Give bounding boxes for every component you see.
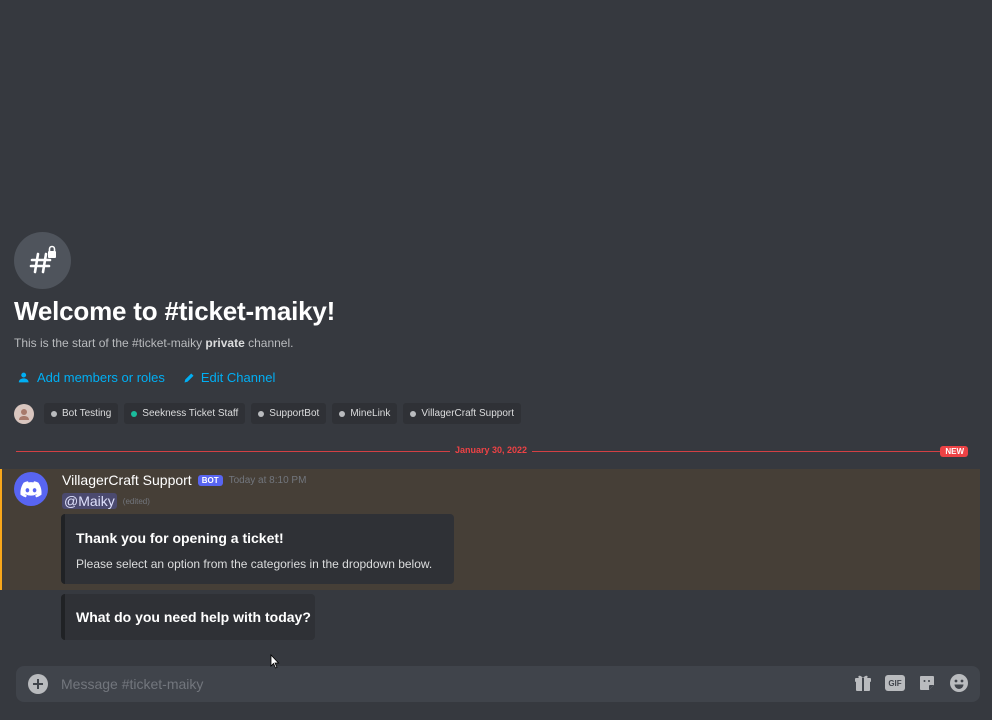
add-members-button[interactable]: Add members or roles [18,370,165,385]
gif-icon: GIF [885,675,905,691]
plus-icon [33,679,43,689]
role-label: MineLink [350,408,391,419]
embed-help-question: What do you need help with today? [61,594,315,640]
embed-ticket-welcome: Thank you for opening a ticket! Please s… [61,514,454,584]
sticker-icon [920,676,934,690]
mouse-pointer-icon [270,653,280,674]
message-input[interactable] [61,666,821,702]
role-color-dot [410,410,417,417]
gif-button[interactable]: GIF [884,672,906,694]
add-members-label: Add members or roles [37,370,165,385]
welcome-subtitle: This is the start of the #ticket-maiky p… [14,336,293,350]
role-color-dot [339,410,346,417]
role-pill-seekness-ticket-staff[interactable]: Seekness Ticket Staff [124,403,246,424]
edit-channel-label: Edit Channel [200,370,276,385]
welcome-actions: Add members or roles Edit Channel [18,370,275,385]
gift-button[interactable] [852,672,874,694]
embed-title: What do you need help with today? [76,609,311,625]
gift-icon [855,675,871,691]
welcome-subtitle-private: private [205,336,245,350]
message-content: @Maiky (edited) [62,493,150,509]
role-color-dot [51,410,57,417]
pencil-icon [184,373,194,382]
role-label: SupportBot [269,408,320,419]
new-badge: NEW [940,446,968,457]
role-pill-supportbot[interactable]: SupportBot [251,403,327,424]
message-composer: GIF [16,666,980,702]
discord-logo-icon [20,480,42,497]
emoji-button[interactable] [948,672,970,694]
role-pill-villagercraft-support[interactable]: VillagerCraft Support [403,403,522,424]
bot-avatar[interactable] [14,472,48,506]
add-attachment-button[interactable] [28,674,48,694]
edit-channel-button[interactable]: Edit Channel [183,370,275,385]
divider-date: January 30, 2022 [450,445,533,455]
user-mention[interactable]: @Maiky [62,493,117,509]
role-label: Seekness Ticket Staff [142,408,239,419]
role-color-dot [131,410,138,417]
welcome-title: Welcome to #ticket-maiky! [14,296,336,326]
role-pill-bot-testing[interactable]: Bot Testing [44,403,119,424]
composer-tools: GIF [852,672,970,694]
role-label: VillagerCraft Support [421,408,515,419]
emoji-icon [950,674,968,692]
member-avatar[interactable] [14,403,34,424]
embed-description: Please select an option from the categor… [76,557,433,571]
role-label: Bot Testing [62,408,112,419]
sticker-button[interactable] [916,672,938,694]
welcome-subtitle-end: channel. [244,336,294,350]
bot-tag: BOT [197,474,223,486]
channel-roles-row: Bot Testing Seekness Ticket Staff Suppor… [14,403,522,424]
message-header: VillagerCraft Support BOT Today at 8:10 … [62,472,306,488]
message-timestamp: Today at 8:10 PM [228,474,307,486]
welcome-subtitle-start: This is the start of the #ticket-maiky [14,336,206,350]
person-add-icon [18,372,29,383]
edited-label: (edited) [122,496,150,506]
role-pill-minelink[interactable]: MineLink [332,403,398,424]
role-color-dot [258,410,265,417]
message-author[interactable]: VillagerCraft Support [62,472,192,488]
channel-hash-lock-icon [14,232,71,289]
embed-title: Thank you for opening a ticket! [76,530,284,546]
